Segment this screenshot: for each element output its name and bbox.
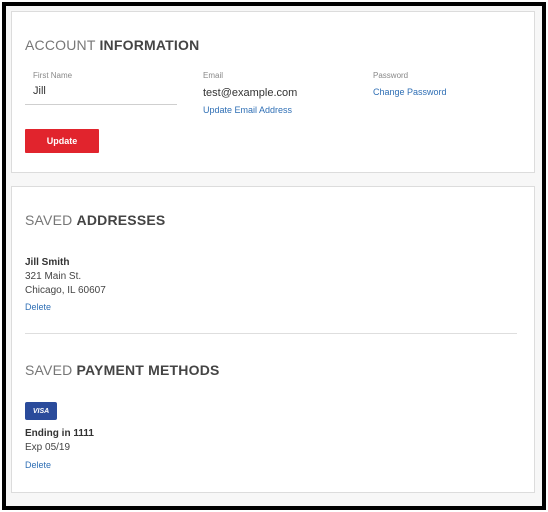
- title-bold: ADDRESSES: [76, 212, 166, 228]
- card-ending: Ending in 1111: [25, 428, 94, 439]
- title-light: SAVED: [25, 212, 73, 228]
- email-value: test@example.com: [203, 87, 298, 99]
- change-password-link[interactable]: Change Password: [373, 87, 447, 97]
- section-divider: [25, 333, 517, 334]
- title-bold: PAYMENT METHODS: [76, 362, 220, 378]
- title-light: SAVED: [25, 362, 73, 378]
- account-information-title: ACCOUNT INFORMATION: [25, 37, 199, 53]
- password-label: Password: [373, 71, 409, 80]
- delete-address-link[interactable]: Delete: [25, 302, 51, 312]
- address-line-2: Chicago, IL 60607: [25, 285, 106, 296]
- title-light: ACCOUNT: [25, 37, 96, 53]
- saved-payment-methods-title: SAVED PAYMENT METHODS: [25, 362, 220, 378]
- title-bold: INFORMATION: [99, 37, 200, 53]
- visa-card-icon: VISA: [25, 402, 57, 420]
- first-name-label: First Name: [33, 71, 73, 80]
- update-button[interactable]: Update: [25, 129, 99, 153]
- first-name-field[interactable]: Jill: [33, 85, 46, 97]
- update-email-link[interactable]: Update Email Address: [203, 105, 292, 115]
- first-name-underline: [25, 104, 177, 105]
- delete-payment-link[interactable]: Delete: [25, 460, 51, 470]
- card-expiry: Exp 05/19: [25, 442, 71, 453]
- account-page: ACCOUNT INFORMATION First Name Jill Emai…: [2, 2, 546, 510]
- address-name: Jill Smith: [25, 257, 70, 268]
- account-information-card: ACCOUNT INFORMATION First Name Jill Emai…: [11, 11, 535, 173]
- email-label: Email: [203, 71, 224, 80]
- address-line-1: 321 Main St.: [25, 271, 82, 282]
- saved-addresses-title: SAVED ADDRESSES: [25, 212, 165, 228]
- saved-info-card: SAVED ADDRESSES Jill Smith 321 Main St. …: [11, 186, 535, 493]
